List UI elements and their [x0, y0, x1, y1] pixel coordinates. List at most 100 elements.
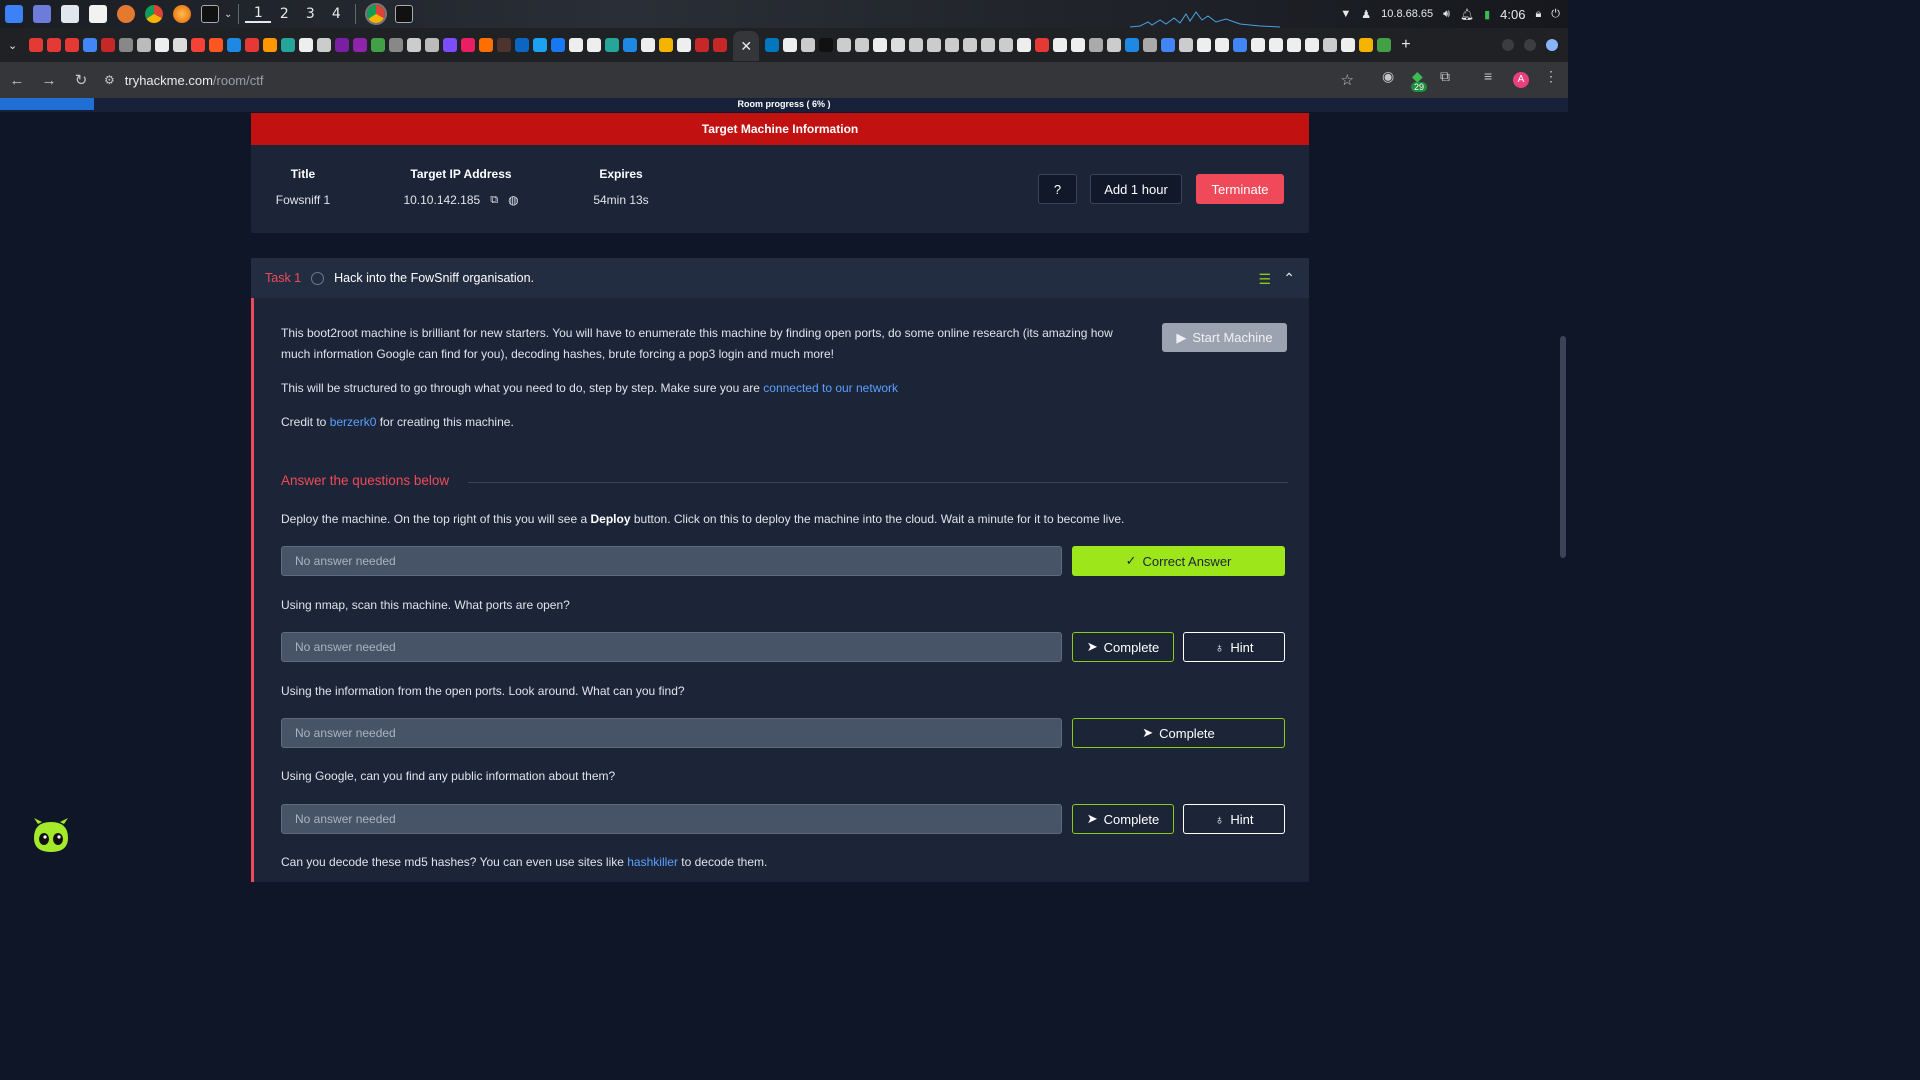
site-info-icon[interactable]: ⚙: [104, 73, 115, 87]
chevron-up-icon[interactable]: ⌃: [1283, 270, 1295, 287]
tab-favicon-icon[interactable]: [1089, 38, 1104, 52]
tab-favicon-icon[interactable]: [999, 38, 1014, 52]
tryhackme-mascot-logo[interactable]: [30, 816, 72, 856]
tab-favicon-icon[interactable]: [623, 38, 638, 52]
tab-favicon-icon[interactable]: [65, 38, 80, 52]
chrome-window-icon[interactable]: [365, 3, 388, 25]
tab-favicon-icon[interactable]: [1017, 38, 1032, 52]
tab-favicon-icon[interactable]: [677, 38, 692, 52]
tab-favicon-icon[interactable]: [1179, 38, 1194, 52]
question-4-hint-button[interactable]: ♁ Hint: [1183, 804, 1285, 834]
workspace-3[interactable]: 3: [297, 6, 323, 22]
tab-favicon-icon[interactable]: [101, 38, 116, 52]
tab-favicon-icon[interactable]: [479, 38, 494, 52]
tab-favicon-icon[interactable]: [263, 38, 278, 52]
omnibox[interactable]: ⚙ tryhackme.com/room/ctf ☆: [98, 66, 1366, 94]
forward-icon[interactable]: →: [34, 72, 64, 89]
tab-favicon-icon[interactable]: [137, 38, 152, 52]
files-icon[interactable]: [61, 5, 79, 23]
tab-favicon-icon[interactable]: [1305, 38, 1320, 52]
tab-favicon-icon[interactable]: [119, 38, 134, 52]
tab-favicon-icon[interactable]: [927, 38, 942, 52]
correct-answer-button[interactable]: ✓ Correct Answer: [1072, 546, 1285, 576]
tab-favicon-icon[interactable]: [765, 38, 780, 52]
tab-favicon-icon[interactable]: [1053, 38, 1068, 52]
clock[interactable]: 4:06: [1500, 7, 1525, 22]
tab-favicon-icon[interactable]: [801, 38, 816, 52]
help-button[interactable]: ?: [1038, 174, 1077, 204]
tab-favicon-icon[interactable]: [783, 38, 798, 52]
tab-favicon-icon[interactable]: [605, 38, 620, 52]
reload-icon[interactable]: ↻: [66, 71, 96, 89]
tab-favicon-icon[interactable]: [1125, 38, 1140, 52]
tab-favicon-icon[interactable]: [1035, 38, 1050, 52]
task-header[interactable]: Task 1 Hack into the FowSniff organisati…: [251, 258, 1309, 298]
tab-favicon-icon[interactable]: [155, 38, 170, 52]
active-tab[interactable]: ✕: [733, 31, 760, 61]
tab-favicon-icon[interactable]: [497, 38, 512, 52]
question-3-answer-field[interactable]: No answer needed: [281, 718, 1062, 748]
tab-favicon-icon[interactable]: [1287, 38, 1302, 52]
bookmark-star-icon[interactable]: ☆: [1341, 71, 1354, 89]
tab-favicon-icon[interactable]: [1269, 38, 1284, 52]
minimize-button[interactable]: [1502, 39, 1514, 51]
question-3-complete-button[interactable]: ➤ Complete: [1072, 718, 1285, 748]
tab-favicon-icon[interactable]: [587, 38, 602, 52]
tab-favicon-icon[interactable]: [1071, 38, 1086, 52]
tab-favicon-icon[interactable]: [551, 38, 566, 52]
question-4-complete-button[interactable]: ➤ Complete: [1072, 804, 1174, 834]
bell-icon[interactable]: 🔔︎: [1460, 8, 1474, 21]
question-2-answer-field[interactable]: No answer needed: [281, 632, 1062, 662]
tab-favicon-icon[interactable]: [819, 38, 834, 52]
tab-favicon-icon[interactable]: [1197, 38, 1212, 52]
tab-favicon-icon[interactable]: [47, 38, 62, 52]
firefox-icon[interactable]: [173, 5, 191, 23]
new-tab-icon[interactable]: +: [1401, 36, 1410, 54]
tab-favicon-icon[interactable]: [873, 38, 888, 52]
tab-favicon-icon[interactable]: [945, 38, 960, 52]
tab-favicon-icon[interactable]: [389, 38, 404, 52]
terminal-icon[interactable]: [201, 5, 219, 23]
volume-icon[interactable]: 🔊︎: [1443, 8, 1450, 21]
start-machine-button[interactable]: ▶ Start Machine: [1162, 323, 1287, 352]
connected-network-link[interactable]: connected to our network: [763, 381, 898, 395]
tab-favicon-icon[interactable]: [29, 38, 44, 52]
tab-favicon-icon[interactable]: [1233, 38, 1248, 52]
workspace-2[interactable]: 2: [271, 6, 297, 22]
desktop-icon[interactable]: [33, 5, 51, 23]
tab-favicon-icon[interactable]: [981, 38, 996, 52]
close-icon[interactable]: ✕: [740, 38, 752, 55]
chrome-menu-icon[interactable]: ⋮: [1544, 68, 1558, 85]
question-1-answer-field[interactable]: No answer needed: [281, 546, 1062, 576]
tab-favicon-icon[interactable]: [963, 38, 978, 52]
tab-favicon-icon[interactable]: [1161, 38, 1176, 52]
document-viewer-icon[interactable]: [89, 5, 107, 23]
tab-favicon-icon[interactable]: [1359, 38, 1374, 52]
tab-favicon-icon[interactable]: [1107, 38, 1122, 52]
burp-icon[interactable]: [117, 5, 135, 23]
tab-favicon-icon[interactable]: [1377, 38, 1392, 52]
tab-favicon-icon[interactable]: [1341, 38, 1356, 52]
extension-incognito-icon[interactable]: ◉: [1382, 68, 1394, 85]
lock-icon[interactable]: 🔒︎: [1535, 8, 1541, 21]
launcher-icon[interactable]: [5, 5, 23, 23]
tab-favicon-icon[interactable]: [281, 38, 296, 52]
profile-avatar[interactable]: A: [1513, 72, 1529, 88]
tab-favicon-icon[interactable]: [1323, 38, 1338, 52]
tab-favicon-icon[interactable]: [353, 38, 368, 52]
url-text[interactable]: tryhackme.com/room/ctf: [125, 73, 264, 88]
workspace-1[interactable]: 1: [245, 5, 272, 23]
tab-favicon-icon[interactable]: [425, 38, 440, 52]
tab-favicon-icon[interactable]: [533, 38, 548, 52]
tab-favicon-icon[interactable]: [1251, 38, 1266, 52]
tab-favicon-icon[interactable]: [837, 38, 852, 52]
back-icon[interactable]: ←: [2, 72, 32, 89]
power-icon[interactable]: ⏻: [1551, 8, 1560, 21]
terminate-button[interactable]: Terminate: [1196, 174, 1284, 204]
tab-favicon-icon[interactable]: [659, 38, 674, 52]
tab-favicon-icon[interactable]: [713, 38, 728, 52]
tab-search-icon[interactable]: ⌄: [8, 39, 17, 52]
berzerk0-link[interactable]: berzerk0: [330, 415, 377, 429]
add-hour-button[interactable]: Add 1 hour: [1090, 174, 1182, 204]
page-scrollbar[interactable]: [1560, 336, 1566, 558]
